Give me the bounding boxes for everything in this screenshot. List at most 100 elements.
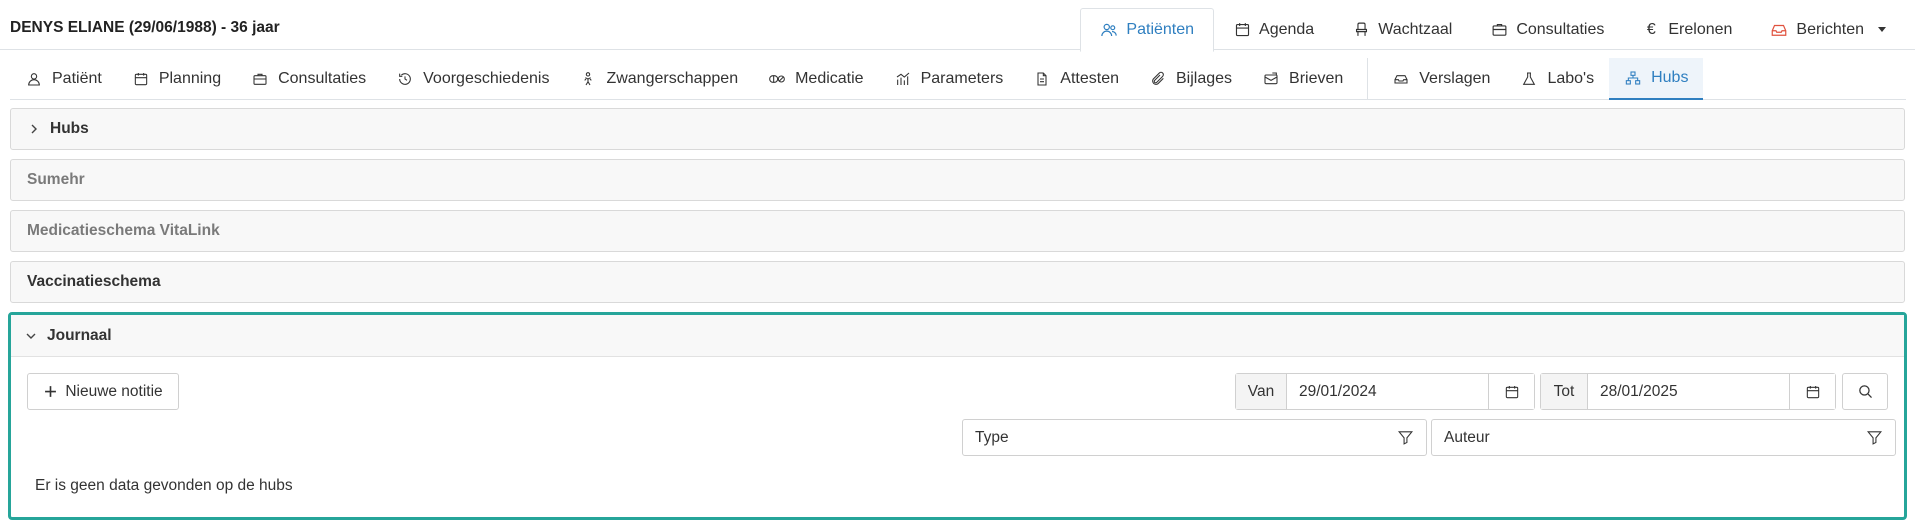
paperclip-icon (1149, 70, 1167, 88)
date-from-calendar-button[interactable] (1488, 374, 1534, 409)
date-to-group: Tot 28/01/2025 (1540, 373, 1836, 410)
tab-patient[interactable]: Patiënt (10, 58, 117, 99)
panel-vaccinatieschema-header[interactable]: Vaccinatieschema (11, 262, 1904, 302)
tab-brieven[interactable]: Brieven (1247, 58, 1358, 99)
tab-medicatie-label: Medicatie (795, 69, 864, 87)
nav-erelonen[interactable]: € Erelonen (1623, 8, 1751, 51)
calendar-icon (1503, 383, 1521, 401)
nav-berichten-label: Berichten (1796, 20, 1864, 38)
tab-attesten[interactable]: Attesten (1018, 58, 1134, 99)
date-from-input[interactable]: 29/01/2024 (1287, 374, 1488, 409)
type-filter[interactable]: Type (962, 419, 1427, 456)
tab-verslagen-label: Verslagen (1419, 69, 1491, 87)
tab-labos-label: Labo's (1547, 69, 1595, 87)
history-icon (396, 70, 414, 88)
top-bar: DENYS ELIANE (29/06/1988) - 36 jaar Pati… (0, 0, 1915, 52)
pills-icon (768, 70, 786, 88)
briefcase-icon (1490, 21, 1508, 39)
user-icon (25, 70, 43, 88)
tab-planning[interactable]: Planning (117, 58, 236, 99)
filter-icon (1396, 429, 1414, 447)
tab-zwangerschappen[interactable]: Zwangerschappen (564, 58, 753, 99)
patient-sub-tabs: Patiënt Planning Consultaties Voorgeschi… (10, 58, 1906, 100)
nav-consultaties[interactable]: Consultaties (1471, 8, 1623, 51)
nav-berichten[interactable]: Berichten (1751, 8, 1905, 51)
users-icon (1100, 21, 1118, 39)
chevron-right-icon (27, 120, 41, 138)
tab-brieven-label: Brieven (1289, 69, 1344, 87)
date-from-label: Van (1236, 374, 1287, 409)
tab-hubs[interactable]: Hubs (1609, 58, 1704, 100)
sitemap-icon (1624, 69, 1642, 87)
chevron-down-icon (24, 327, 38, 345)
panel-journaal-title: Journaal (47, 326, 112, 344)
panel-journaal: Journaal Nieuwe notitie Van 29/01/2024 T… (8, 312, 1907, 520)
tab-planning-label: Planning (158, 69, 222, 87)
auteur-filter[interactable]: Auteur (1431, 419, 1896, 456)
tab-verslagen[interactable]: Verslagen (1377, 58, 1505, 99)
filter-icon (1865, 429, 1883, 447)
nav-agenda[interactable]: Agenda (1214, 8, 1333, 51)
date-from-group: Van 29/01/2024 (1235, 373, 1535, 410)
tab-voorgeschiedenis[interactable]: Voorgeschiedenis (381, 58, 564, 99)
panel-hubs-header[interactable]: Hubs (11, 109, 1904, 149)
date-to-input[interactable]: 28/01/2025 (1588, 374, 1789, 409)
briefcase-icon (251, 70, 269, 88)
type-filter-label: Type (975, 428, 1009, 446)
panel-hubs[interactable]: Hubs (10, 108, 1905, 150)
tab-attesten-label: Attesten (1060, 69, 1119, 87)
inbox-icon (1770, 21, 1788, 39)
tab-consultaties[interactable]: Consultaties (236, 58, 381, 99)
chair-icon (1352, 21, 1370, 39)
mailbox-icon (1262, 70, 1280, 88)
panel-medicatieschema-header[interactable]: Medicatieschema VitaLink (11, 211, 1904, 251)
main-nav: Patiënten Agenda Wachtzaal Consultaties … (1080, 8, 1905, 52)
euro-icon: € (1646, 20, 1656, 38)
inbox-icon (1392, 70, 1410, 88)
chevron-down-icon (1878, 27, 1886, 32)
nav-patienten[interactable]: Patiënten (1080, 8, 1215, 52)
date-to-label: Tot (1541, 374, 1588, 409)
baby-icon (579, 70, 597, 88)
new-note-button[interactable]: Nieuwe notitie (27, 373, 179, 410)
nav-wachtzaal[interactable]: Wachtzaal (1333, 8, 1471, 51)
plus-icon (43, 383, 57, 401)
panel-vaccinatieschema[interactable]: Vaccinatieschema (10, 261, 1905, 303)
tab-voorgeschiedenis-label: Voorgeschiedenis (423, 69, 550, 87)
calendar-icon (1233, 21, 1251, 39)
nav-consultaties-label: Consultaties (1516, 20, 1605, 38)
panel-sumehr-header[interactable]: Sumehr (11, 160, 1904, 200)
panel-sumehr-title: Sumehr (27, 171, 85, 188)
panel-journaal-header[interactable]: Journaal (11, 315, 1904, 357)
chart-icon (894, 70, 912, 88)
nav-patienten-label: Patiënten (1126, 21, 1195, 38)
tab-patient-label: Patiënt (52, 69, 102, 87)
empty-state-message: Er is geen data gevonden op de hubs (35, 477, 293, 494)
patient-title: DENYS ELIANE (29/06/1988) - 36 jaar (10, 19, 280, 36)
nav-wachtzaal-label: Wachtzaal (1378, 20, 1453, 38)
search-button[interactable] (1842, 373, 1888, 410)
panel-hubs-title: Hubs (50, 120, 89, 137)
calendar-icon (132, 70, 150, 88)
panel-medicatieschema[interactable]: Medicatieschema VitaLink (10, 210, 1905, 252)
tab-labos[interactable]: Labo's (1505, 58, 1609, 99)
tab-bijlages[interactable]: Bijlages (1134, 58, 1247, 99)
tab-separator (1367, 58, 1369, 99)
search-icon (1856, 383, 1874, 401)
panel-vaccinatieschema-title: Vaccinatieschema (27, 273, 161, 290)
tab-parameters[interactable]: Parameters (879, 58, 1019, 99)
auteur-filter-label: Auteur (1444, 428, 1490, 446)
tab-bijlages-label: Bijlages (1175, 69, 1233, 87)
panel-medicatieschema-title: Medicatieschema VitaLink (27, 222, 220, 239)
nav-erelonen-label: Erelonen (1668, 20, 1733, 38)
calendar-icon (1804, 383, 1822, 401)
tab-medicatie[interactable]: Medicatie (753, 58, 878, 99)
date-to-calendar-button[interactable] (1789, 374, 1835, 409)
panel-sumehr[interactable]: Sumehr (10, 159, 1905, 201)
nav-agenda-label: Agenda (1259, 20, 1315, 38)
flask-icon (1520, 70, 1538, 88)
tab-zwangerschappen-label: Zwangerschappen (606, 69, 739, 87)
document-icon (1033, 70, 1051, 88)
tab-consultaties-label: Consultaties (278, 69, 367, 87)
tab-parameters-label: Parameters (920, 69, 1004, 87)
